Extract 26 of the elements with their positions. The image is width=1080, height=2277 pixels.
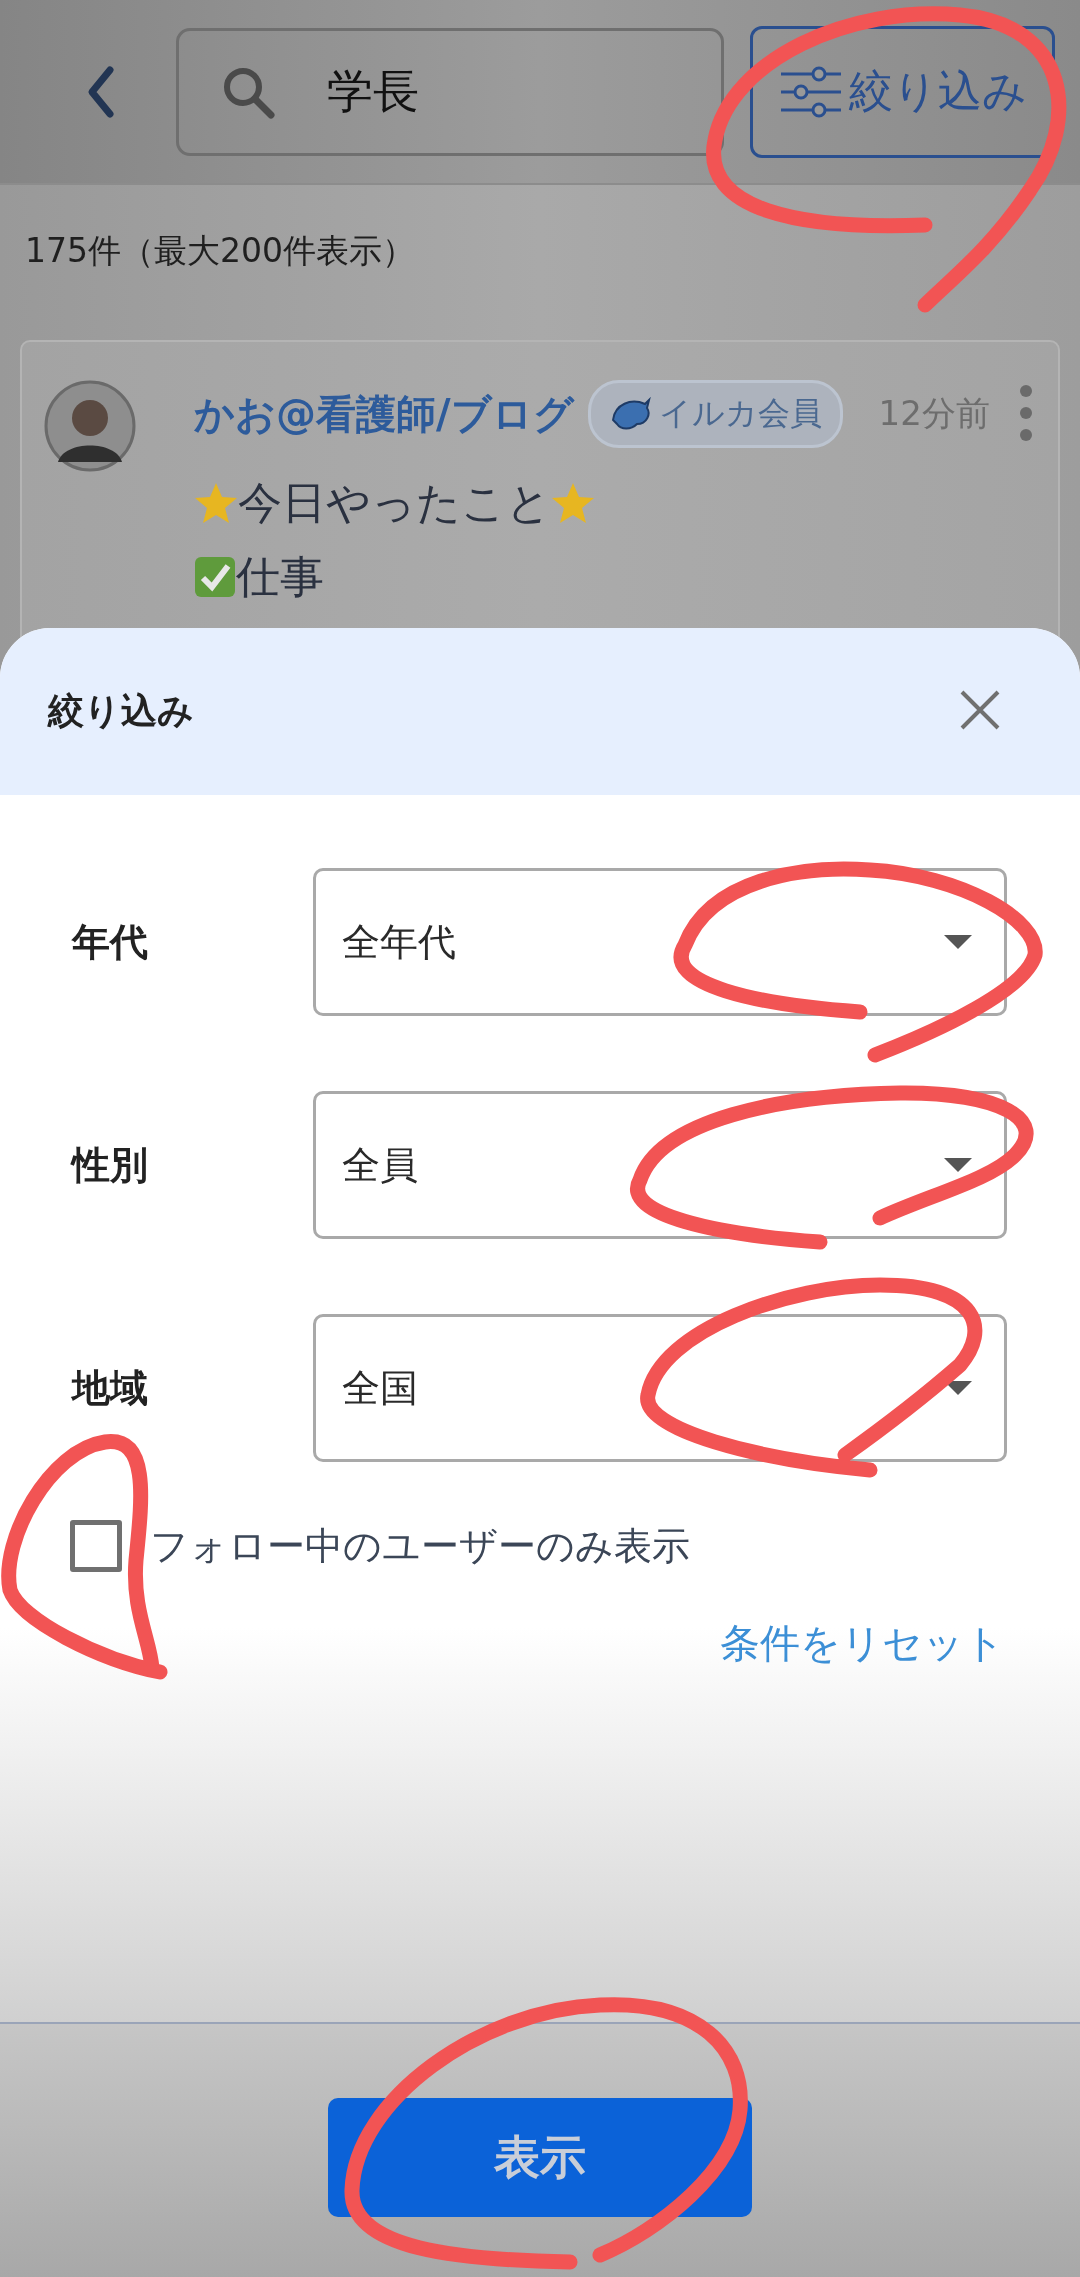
dropdown-field[interactable]: 全員: [313, 1091, 1007, 1239]
more-icon: [1017, 382, 1034, 443]
star-icon: [194, 481, 238, 525]
member-badge: イルカ会員: [587, 380, 843, 448]
caret-icon: [944, 935, 972, 949]
show-button[interactable]: 表示: [328, 2098, 752, 2217]
check-icon: [194, 556, 236, 598]
avatar-icon: [44, 380, 136, 472]
caret-icon: [944, 1158, 972, 1172]
search-input[interactable]: 学長: [327, 64, 627, 119]
field-label: 年代: [72, 918, 149, 966]
field-label: 地域: [72, 1364, 149, 1412]
dropdown-field[interactable]: 全国: [313, 1314, 1007, 1462]
post-text: 今日やったこと: [238, 475, 551, 530]
reset-link[interactable]: 条件をリセット: [720, 1620, 1005, 1666]
checkbox-label: フォロー中のユーザーのみ表示: [150, 1522, 690, 1570]
sheet-title: 絞り込み: [48, 689, 194, 733]
star-icon: [551, 481, 595, 525]
post-text: 仕事: [236, 549, 324, 604]
search-field[interactable]: 学長: [176, 27, 724, 156]
close-icon: [958, 688, 1002, 732]
post-time: 12分前: [878, 392, 990, 435]
checkbox[interactable]: [70, 1520, 122, 1572]
dropdown-field[interactable]: 全年代: [313, 868, 1007, 1016]
result-count: 175件（最大200件表示）: [24, 230, 416, 272]
field-label: 性別: [72, 1141, 149, 1189]
